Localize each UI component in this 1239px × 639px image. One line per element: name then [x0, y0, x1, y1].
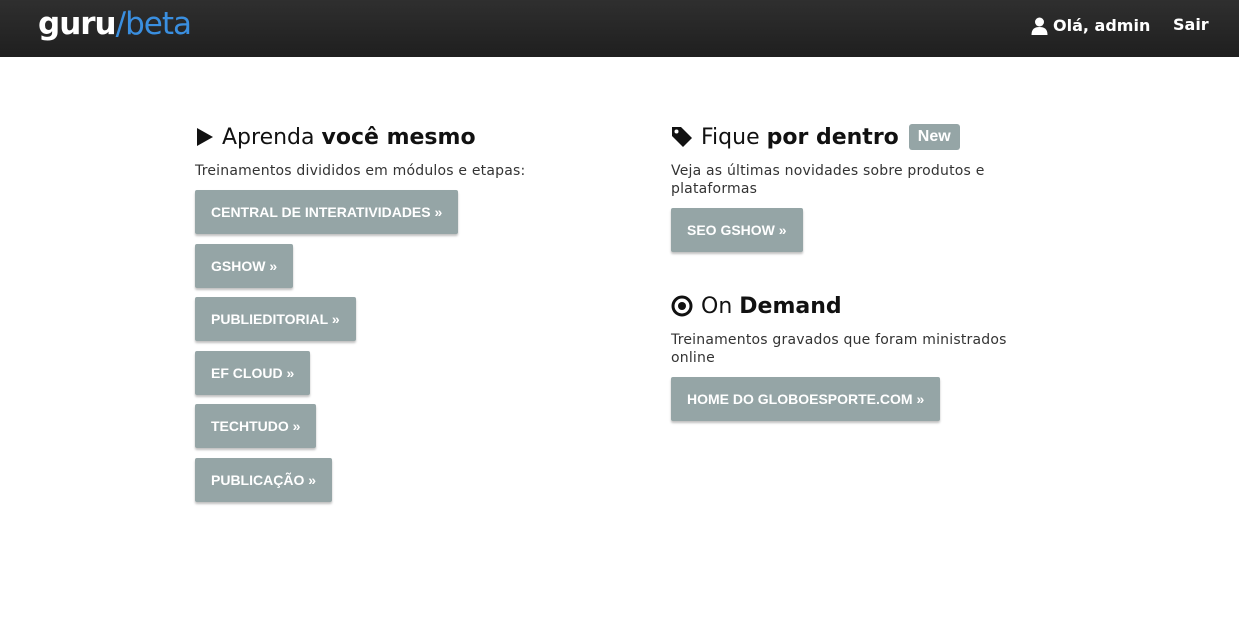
- learn-section: Aprenda você mesmo Treinamentos dividido…: [195, 122, 615, 511]
- learn-description: Treinamentos divididos em módulos e etap…: [195, 163, 526, 179]
- central-de-interatividades-button[interactable]: CENTRAL DE INTERATIVIDADES »: [195, 190, 459, 234]
- user-greeting: Olá, admin: [1053, 16, 1151, 35]
- logo-beta: beta: [125, 6, 192, 42]
- learn-title-light: Aprenda: [222, 124, 315, 150]
- right-column: Fique por dentro New Veja as últimas nov…: [671, 122, 1051, 421]
- news-section: Fique por dentro New Veja as últimas nov…: [671, 122, 1051, 252]
- ondemand-description: Treinamentos gravados que foram ministra…: [671, 331, 1007, 367]
- top-navbar: guru/beta Olá, admin Sair: [0, 0, 1239, 57]
- logo-slash: /: [115, 6, 127, 42]
- logout-link[interactable]: Sair: [1173, 15, 1209, 34]
- news-description-line2: plataformas: [671, 181, 758, 197]
- user-icon: [1031, 17, 1048, 35]
- seo-gshow-button[interactable]: SEO GSHOW »: [671, 208, 803, 252]
- learn-button-list: CENTRAL DE INTERATIVIDADES » GSHOW » PUB…: [195, 190, 615, 511]
- publicacao-button[interactable]: PUBLICAÇÃO »: [195, 457, 333, 502]
- ondemand-description-line1: Treinamentos gravados que foram ministra…: [671, 332, 1007, 348]
- home-globoesporte-button[interactable]: HOME DO GLOBOESPORTE.COM »: [671, 377, 941, 421]
- play-icon: [197, 128, 213, 146]
- ondemand-title-light: On: [701, 293, 733, 319]
- tag-icon: [672, 127, 692, 147]
- news-title-light: Fique: [701, 124, 760, 150]
- ondemand-description-line2: online: [671, 350, 715, 366]
- techtudo-button[interactable]: TECHTUDO »: [195, 404, 317, 448]
- publieditorial-button[interactable]: PUBLIEDITORIAL »: [195, 297, 356, 341]
- logo-guru: guru: [38, 6, 117, 42]
- target-icon: [671, 295, 693, 317]
- gshow-button[interactable]: GSHOW »: [195, 243, 294, 288]
- learn-title-bold: você mesmo: [321, 124, 476, 150]
- logo[interactable]: guru/beta: [38, 4, 192, 44]
- learn-heading: Aprenda você mesmo: [195, 122, 615, 152]
- news-title-bold: por dentro: [766, 124, 899, 150]
- ondemand-heading: On Demand: [671, 291, 1007, 321]
- news-description: Veja as últimas novidades sobre produtos…: [671, 162, 1051, 198]
- ef-cloud-button[interactable]: EF CLOUD »: [195, 350, 311, 395]
- user-menu[interactable]: Olá, admin: [1031, 16, 1150, 35]
- ondemand-section: On Demand Treinamentos gravados que fora…: [671, 291, 1007, 421]
- news-heading: Fique por dentro New: [671, 122, 1051, 152]
- ondemand-title-bold: Demand: [739, 293, 842, 319]
- news-description-line1: Veja as últimas novidades sobre produtos…: [671, 163, 985, 179]
- new-badge: New: [908, 124, 960, 150]
